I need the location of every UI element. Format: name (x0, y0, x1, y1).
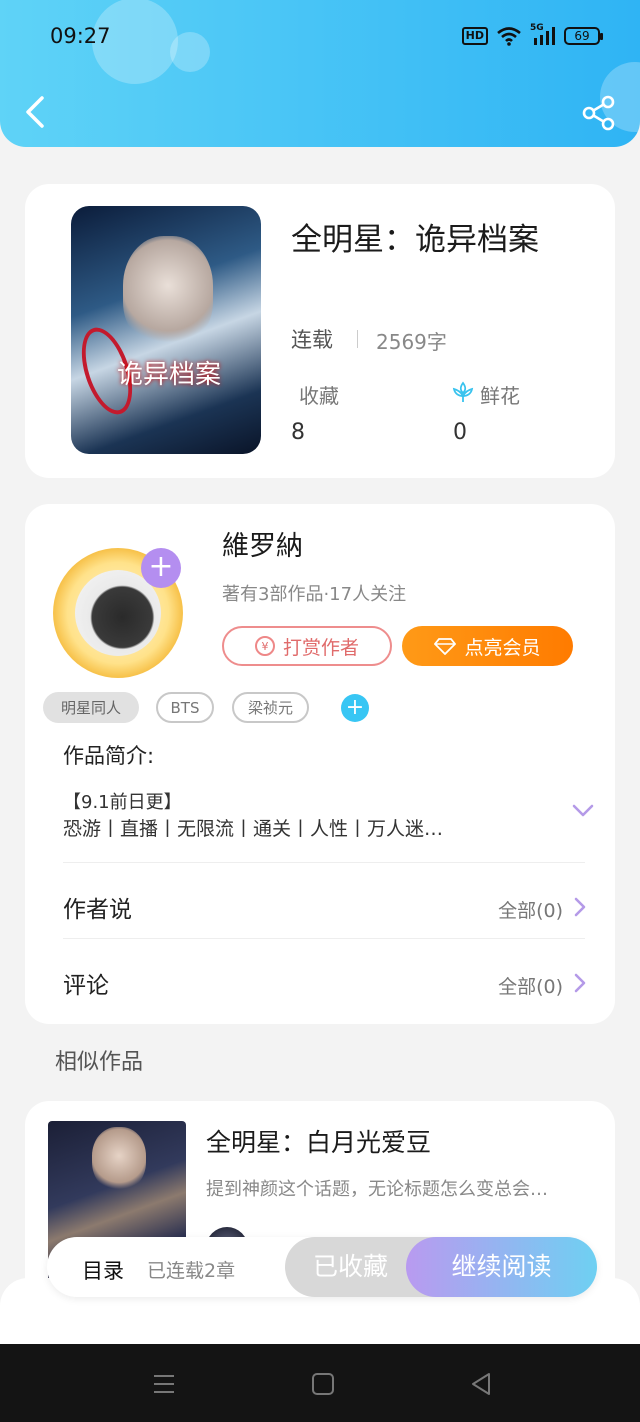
intro-text: 【9.1前日更】 (63, 792, 182, 813)
add-tag-button[interactable]: + (341, 694, 369, 722)
tag-chip[interactable]: BTS (156, 692, 214, 723)
reward-author-button[interactable]: ¥ 打赏作者 (222, 626, 392, 666)
collect-label: 收藏 (299, 384, 339, 408)
author-meta: 著有3部作品·17人关注 (222, 584, 407, 605)
menu-icon[interactable] (151, 1371, 177, 1397)
system-nav-bar (0, 1344, 640, 1422)
toc-button[interactable]: 目录 (82, 1255, 124, 1285)
hd-badge: HD (461, 27, 488, 45)
flower-count: 0 (453, 420, 467, 445)
author-card: + 維罗納 著有3部作品·17人关注 ¥ 打赏作者 点亮会员 明星同人 BTS … (25, 504, 615, 1024)
vip-button[interactable]: 点亮会员 (402, 626, 573, 666)
action-bar: 目录 已连载2章 已收藏 继续阅读 (47, 1237, 597, 1297)
similar-book-title[interactable]: 全明星：白月光爱豆 (206, 1123, 431, 1159)
comments-label[interactable]: 评论 (63, 966, 109, 1000)
vip-label: 点亮会员 (464, 636, 541, 659)
back-triangle-icon[interactable] (468, 1371, 494, 1397)
chevron-left-icon[interactable] (18, 92, 54, 132)
yuan-coin-icon: ¥ (254, 636, 275, 656)
divider (63, 862, 585, 863)
battery-icon: 69 (564, 27, 603, 45)
similar-book-desc: 提到神颜这个话题，无论标题怎么变总会… (206, 1179, 548, 1200)
book-info-card: 诡异档案 全明星：诡异档案 连载 2569字 收藏 8 鲜花 0 (25, 184, 615, 478)
author-name[interactable]: 維罗納 (222, 524, 303, 563)
cover-figure (123, 236, 213, 346)
diamond-icon (434, 638, 457, 655)
chevron-right-icon[interactable] (573, 972, 587, 994)
chevron-right-icon[interactable] (573, 896, 587, 918)
share-icon[interactable] (582, 95, 616, 131)
author-says-count[interactable]: 全部(0) (498, 896, 563, 923)
author-says-label[interactable]: 作者说 (63, 890, 132, 924)
book-status: 连载 (291, 328, 333, 352)
tag-chip[interactable]: 梁祯元 (232, 692, 309, 723)
decor-bubble (170, 32, 210, 72)
divider (357, 330, 358, 348)
collect-count: 8 (291, 420, 305, 445)
flower-label: 鲜花 (480, 384, 520, 408)
cover-figure (92, 1127, 146, 1191)
section-title: 相似作品 (55, 1050, 144, 1075)
header-bar: 09:27 HD 5G 69 (0, 0, 640, 147)
intro-label: 作品简介: (63, 744, 155, 768)
comments-count[interactable]: 全部(0) (498, 972, 563, 999)
cover-title: 诡异档案 (117, 360, 222, 390)
book-cover[interactable]: 诡异档案 (71, 206, 261, 454)
continue-reading-button[interactable]: 继续阅读 (406, 1237, 597, 1297)
chevron-down-icon[interactable] (570, 800, 596, 820)
tag-chip[interactable]: 明星同人 (43, 692, 139, 723)
status-icons: HD 5G 69 (461, 23, 603, 46)
divider (63, 938, 585, 939)
reward-label: 打赏作者 (282, 636, 359, 659)
status-time: 09:27 (50, 24, 111, 48)
intro-text: 恐游丨直播丨无限流丨通关丨人性丨万人迷… (63, 818, 444, 840)
follow-plus-button[interactable]: + (141, 548, 181, 588)
flower-icon (452, 381, 474, 402)
signal-icon: 5G (530, 23, 556, 46)
word-count: 2569字 (376, 330, 447, 354)
chapter-count[interactable]: 已连载2章 (147, 1256, 235, 1283)
home-square-icon[interactable] (310, 1371, 336, 1397)
book-title: 全明星：诡异档案 (291, 222, 539, 258)
wifi-icon (497, 27, 521, 46)
